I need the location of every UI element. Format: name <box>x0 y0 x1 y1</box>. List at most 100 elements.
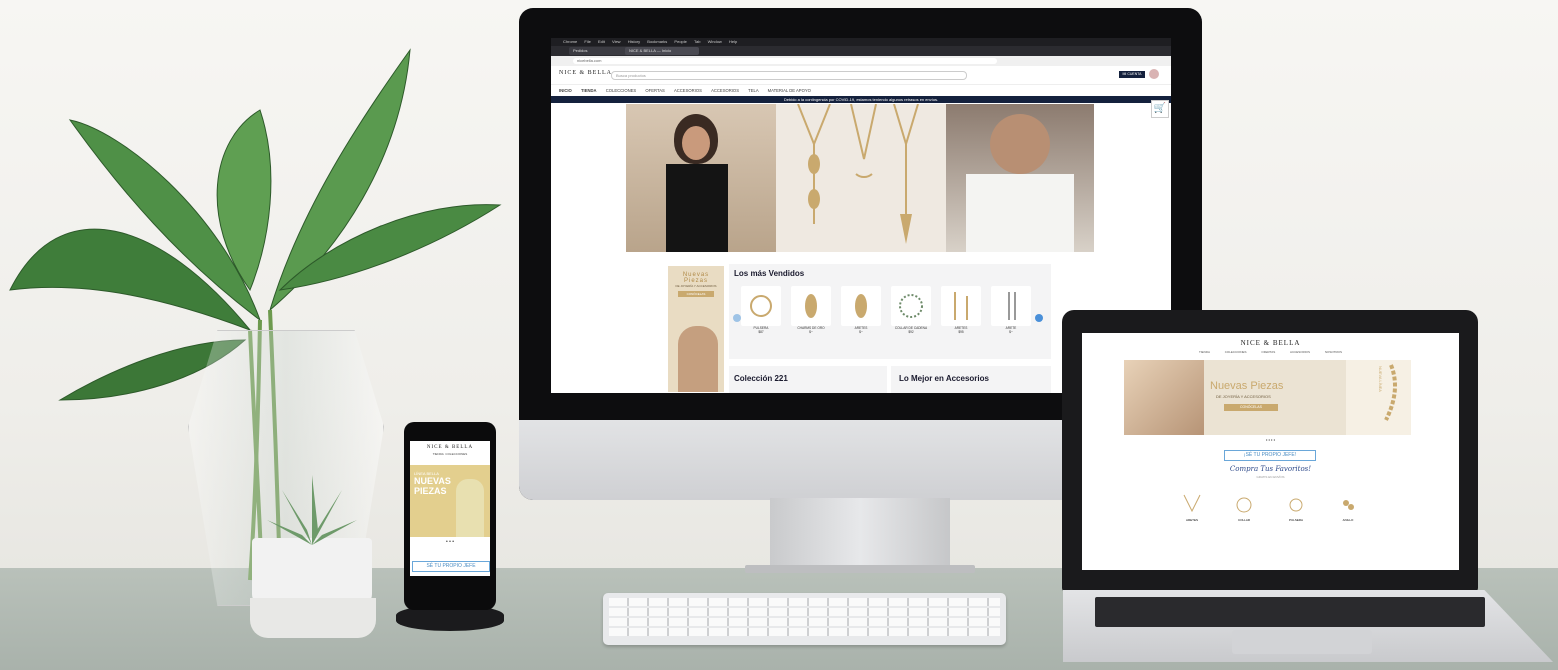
browser-toolbar: nicebella.com <box>551 56 1171 66</box>
section-title: Lo Mejor en Accesorios <box>899 374 989 383</box>
product-card[interactable]: ARETES $~ <box>837 286 885 348</box>
menu-item[interactable]: Edit <box>598 39 605 44</box>
boss-button[interactable]: ¡SÉ TU PROPIO JEFE! <box>1224 450 1316 461</box>
site-header: NICE & BELLA Busca productos MI CUENTA <box>551 66 1171 85</box>
search-input[interactable]: Busca productos <box>611 71 967 80</box>
accessories-section[interactable]: Lo Mejor en Accesorios <box>891 366 1051 393</box>
account-button[interactable]: MI CUENTA <box>1119 71 1145 78</box>
nav-item[interactable]: ACCESORIOS <box>674 88 702 93</box>
nav-item[interactable]: TIENDA <box>1199 350 1210 354</box>
product-card[interactable]: ARETES $95 <box>937 286 985 348</box>
menu-item[interactable]: Help <box>729 39 737 44</box>
necklace-icon <box>899 294 923 318</box>
cart-icon[interactable]: 🛒 <box>1151 100 1169 118</box>
product-card[interactable]: ANILLO <box>1328 493 1368 522</box>
menu-item[interactable]: Tab <box>694 39 700 44</box>
nav-item[interactable]: COLECCIONES <box>606 88 636 93</box>
site-nav: INICIO TIENDA COLECCIONES OFERTAS ACCESO… <box>551 85 1171 96</box>
menu-item[interactable]: History <box>628 39 640 44</box>
necklace-photo <box>776 104 946 252</box>
product-card[interactable]: PULSERA $87 <box>737 286 785 348</box>
bracelet-icon <box>1236 497 1252 513</box>
nav-item[interactable]: INICIO <box>559 88 572 93</box>
nav-item[interactable]: ACCESORIOS <box>1290 350 1310 354</box>
site-logo[interactable]: NICE & BELLA <box>410 445 490 450</box>
menu-item[interactable]: Bookmarks <box>647 39 667 44</box>
model-face <box>682 126 710 160</box>
nav-item[interactable]: OFERTAS <box>1261 350 1275 354</box>
bracelet-icon <box>1289 498 1303 512</box>
model-outfit <box>666 164 728 252</box>
product-card[interactable]: ARETES <box>1172 493 1212 522</box>
collection-section[interactable]: Colección 221 <box>729 366 887 393</box>
key-row <box>609 608 1000 616</box>
menu-item[interactable]: Chrome <box>563 39 577 44</box>
nav-item[interactable]: MATERIAL DE APOYO <box>768 88 811 93</box>
script-subheading: GRATIS EN ENVÍOS <box>1256 475 1285 479</box>
promo-cta-button[interactable]: CONÓCELAS <box>678 291 714 297</box>
browser-tab-bar: Pedidos NICE & BELLA — Inicio <box>551 46 1171 56</box>
boss-button[interactable]: SÉ TU PROPIO JEFE <box>412 561 490 572</box>
product-card[interactable]: COLLAR <box>1224 493 1264 522</box>
imac-stand <box>770 498 950 570</box>
laptop-product-row: ARETES COLLAR PULSERA ANILLO <box>1172 493 1372 533</box>
earring-icon <box>855 294 867 318</box>
bracelet-icon <box>750 295 772 317</box>
model-outfit <box>966 174 1074 252</box>
model-photo-2 <box>946 104 1094 252</box>
product-image <box>891 286 931 326</box>
keyboard <box>603 593 1006 645</box>
phone-screen: NICE & BELLA TIENDA COLECCIONES LÍNEA BE… <box>410 441 490 576</box>
hero-side-text: NUEVA LÍNEA <box>1378 366 1383 392</box>
product-image <box>741 286 781 326</box>
section-title: Colección 221 <box>734 374 788 383</box>
hero-carousel[interactable] <box>626 104 1094 252</box>
site-logo[interactable]: NICE & BELLA <box>1082 339 1459 347</box>
browser-tab-active[interactable]: NICE & BELLA — Inicio <box>625 47 699 55</box>
laptop-nav: TIENDA COLECCIONES OFERTAS ACCESORIOS NO… <box>1082 350 1459 354</box>
nav-item[interactable]: ACCESORIOS <box>711 88 739 93</box>
imac-stand-base <box>745 565 975 573</box>
phone-hero[interactable]: LÍNEA BELLA NUEVAS PIEZAS <box>410 465 490 537</box>
menu-item[interactable]: People <box>674 39 686 44</box>
product-name: COLLAR <box>1237 518 1250 522</box>
product-image <box>841 286 881 326</box>
product-name: ARETES <box>1185 518 1198 522</box>
site-logo[interactable]: NICE & BELLA <box>559 70 612 76</box>
charm-icon <box>805 294 817 318</box>
mac-menu-bar: Chrome File Edit View History Bookmarks … <box>551 38 1171 46</box>
laptop-hero[interactable]: Nuevas Piezas DE JOYERÍA Y ACCESORIOS CO… <box>1124 360 1411 435</box>
menu-item[interactable]: View <box>612 39 621 44</box>
product-price: $87 <box>758 330 764 334</box>
carousel-dots[interactable]: • • • • <box>1082 437 1459 442</box>
product-card[interactable]: COLLAR DE CADENA $92 <box>887 286 935 348</box>
succulent <box>267 475 357 545</box>
carousel-dots[interactable]: • • • <box>410 539 490 545</box>
script-heading: Compra Tus Favoritos! <box>1229 465 1312 473</box>
nav-item[interactable]: NOSOTROS <box>1325 350 1342 354</box>
nav-item[interactable]: TELA <box>748 88 758 93</box>
model-photo <box>678 326 718 392</box>
necklace-icon <box>1183 494 1201 513</box>
necklaces-illustration <box>797 104 919 244</box>
earring-icon <box>954 292 968 320</box>
product-card[interactable]: ARETE $~ <box>987 286 1035 348</box>
hero-cta-button[interactable]: CONÓCELAS <box>1224 404 1278 411</box>
menu-item[interactable]: Window <box>708 39 722 44</box>
laptop-keyboard <box>1095 597 1485 627</box>
menu-item[interactable]: File <box>584 39 590 44</box>
nav-item[interactable]: COLECCIONES <box>445 452 467 456</box>
nav-item[interactable]: TIENDA <box>433 452 444 456</box>
avatar[interactable] <box>1149 69 1159 79</box>
nav-item[interactable]: OFERTAS <box>645 88 664 93</box>
address-bar[interactable]: nicebella.com <box>573 58 997 64</box>
promo-banner[interactable]: Nuevas Piezas DE JOYERÍA Y ACCESORIOS CO… <box>668 266 724 392</box>
product-card[interactable]: CHARMS DE ORO $~ <box>787 286 835 348</box>
pot-saucer <box>250 598 376 638</box>
product-card[interactable]: PULSERA <box>1276 493 1316 522</box>
best-sellers-section: Los más Vendidos PULSERA $87 CHARMS DE OR… <box>729 264 1051 359</box>
key-row <box>609 598 1000 606</box>
nav-item[interactable]: TIENDA <box>581 88 597 93</box>
carousel-next-icon[interactable] <box>1035 314 1043 322</box>
nav-item[interactable]: COLECCIONES <box>1225 350 1247 354</box>
